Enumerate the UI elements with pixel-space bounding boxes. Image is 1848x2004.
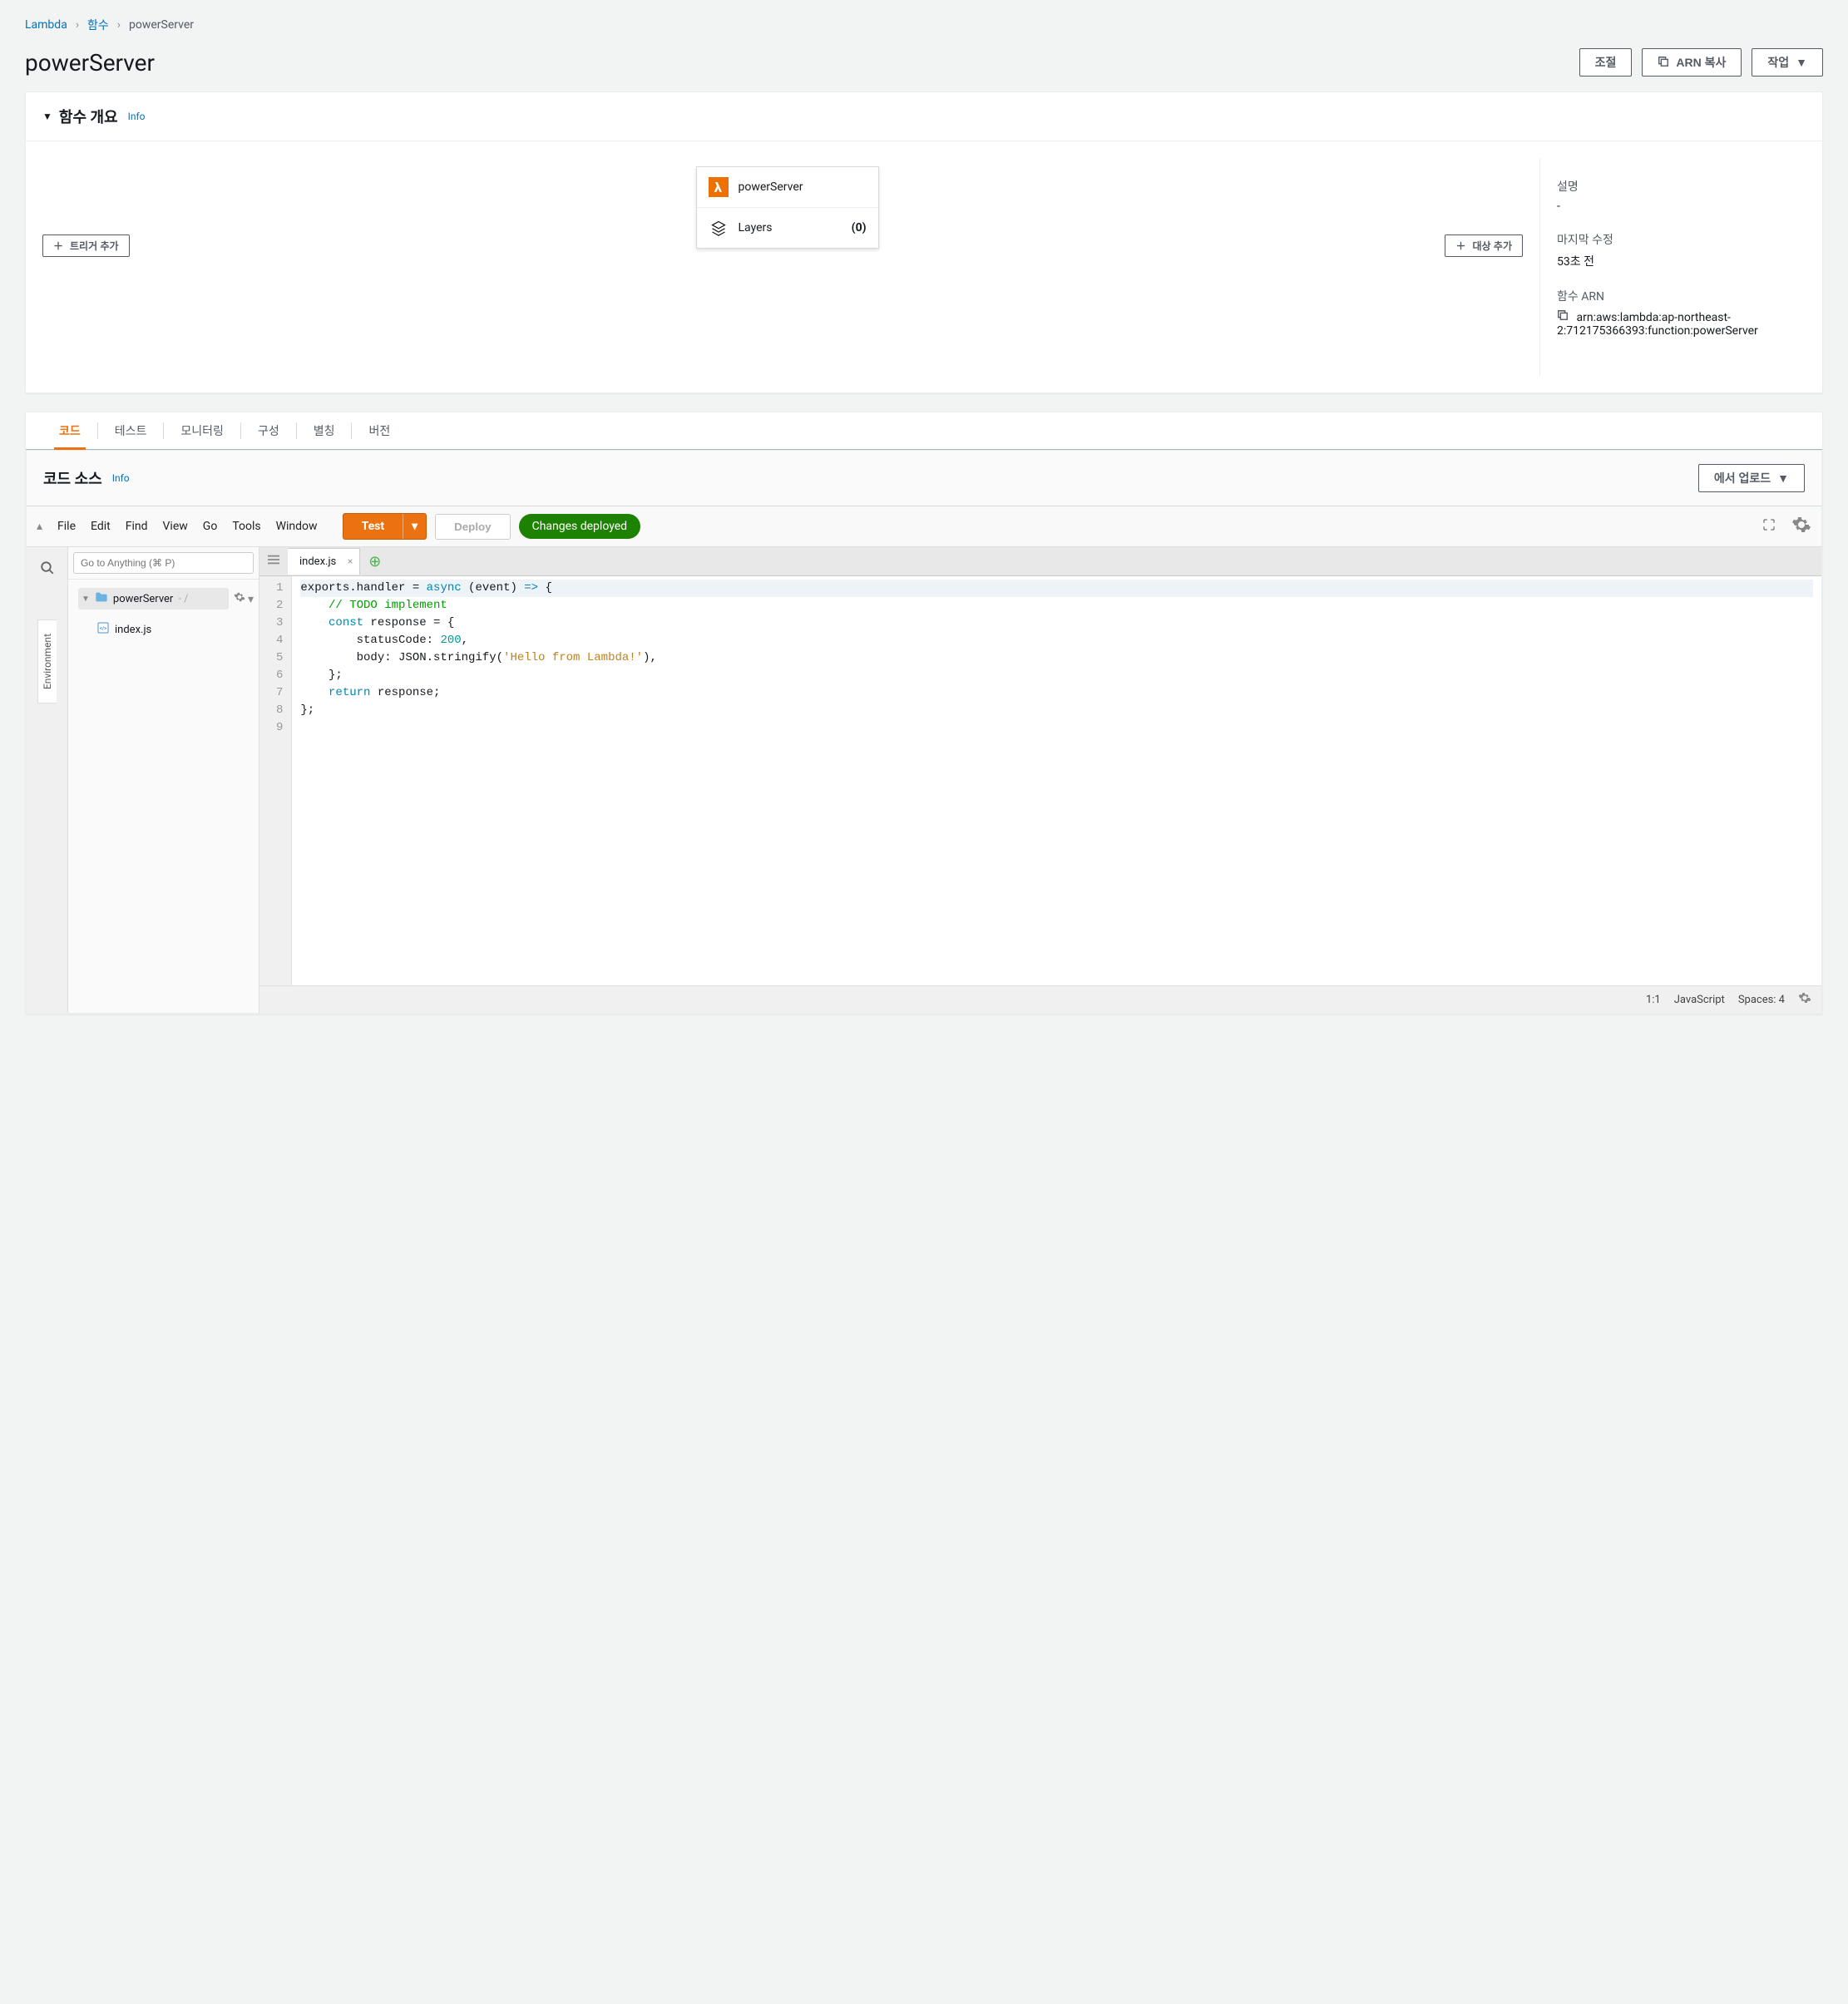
tree-file-index[interactable]: </> index.js	[68, 618, 259, 641]
cursor-position[interactable]: 1:1	[1646, 994, 1661, 1006]
chevron-down-icon: ▼	[82, 595, 90, 604]
throttle-button[interactable]: 조절	[1579, 48, 1633, 77]
code-source-title: 코드 소스	[43, 467, 102, 489]
sidebar-environment-tab[interactable]: Environment	[37, 619, 57, 703]
editor-tab-index[interactable]: index.js ×	[288, 548, 360, 575]
menu-go[interactable]: Go	[203, 520, 218, 533]
svg-text:</>: </>	[100, 626, 106, 632]
plus-icon: ＋	[1455, 239, 1465, 253]
tab-test[interactable]: 테스트	[115, 412, 147, 449]
caret-down-icon: ▼	[1796, 56, 1807, 69]
info-link[interactable]: Info	[128, 111, 146, 122]
function-name: powerServer	[739, 180, 803, 194]
gear-icon[interactable]	[1791, 515, 1811, 538]
caret-down-icon: ▼	[1777, 471, 1789, 485]
upload-from-button[interactable]: 에서 업로드 ▼	[1698, 464, 1805, 492]
test-dropdown[interactable]: ▾	[403, 514, 426, 539]
menu-file[interactable]: File	[57, 520, 76, 533]
menu-collapse-icon[interactable]: ▴	[37, 520, 42, 533]
chevron-right-icon: ›	[117, 18, 121, 32]
language-mode[interactable]: JavaScript	[1674, 994, 1725, 1006]
description-value: -	[1557, 200, 1806, 213]
deploy-button: Deploy	[435, 514, 510, 540]
function-card[interactable]: powerServer Layers (0)	[696, 166, 879, 249]
copy-icon[interactable]	[1557, 309, 1569, 324]
tab-monitoring[interactable]: 모니터링	[180, 412, 224, 449]
breadcrumb-lambda[interactable]: Lambda	[25, 18, 67, 32]
changes-deployed-badge: Changes deployed	[519, 514, 640, 539]
layers-label: Layers	[739, 221, 773, 234]
copy-icon	[1658, 56, 1669, 70]
function-arn-label: 함수 ARN	[1557, 288, 1806, 304]
gear-icon[interactable]	[1798, 991, 1811, 1008]
tree-root-folder[interactable]: ▼ powerServer - /	[78, 588, 229, 610]
add-destination-button[interactable]: ＋ 대상 추가	[1445, 234, 1523, 257]
test-button[interactable]: Test ▾	[343, 513, 427, 540]
menu-edit[interactable]: Edit	[91, 520, 111, 533]
lambda-icon	[709, 177, 729, 197]
chevron-right-icon: ›	[76, 18, 79, 32]
tab-config[interactable]: 구성	[258, 412, 279, 449]
menu-view[interactable]: View	[163, 520, 188, 533]
fullscreen-icon[interactable]	[1762, 517, 1776, 536]
last-modified-value: 53초 전	[1557, 253, 1806, 269]
layers-row[interactable]: Layers (0)	[697, 207, 878, 248]
last-modified-label: 마지막 수정	[1557, 231, 1806, 248]
breadcrumb-functions[interactable]: 함수	[87, 17, 109, 33]
function-arn-value: arn:aws:lambda:ap-northeast-2:7121753663…	[1557, 309, 1806, 338]
tab-list-icon[interactable]	[259, 547, 288, 575]
search-icon[interactable]	[33, 554, 62, 586]
layers-count: (0)	[852, 221, 867, 234]
page-title: powerServer	[25, 49, 155, 77]
tab-alias[interactable]: 별칭	[314, 412, 335, 449]
menu-window[interactable]: Window	[276, 520, 318, 533]
actions-button[interactable]: 작업 ▼	[1752, 48, 1823, 77]
tab-version[interactable]: 버전	[368, 412, 390, 449]
gear-icon[interactable]: ▾	[234, 591, 254, 606]
description-label: 설명	[1557, 178, 1806, 195]
function-overview-header[interactable]: ▼ 함수 개요 Info	[26, 92, 1822, 141]
collapse-arrow-icon: ▼	[42, 111, 52, 122]
add-trigger-button[interactable]: ＋ 트리거 추가	[42, 234, 130, 257]
menu-find[interactable]: Find	[126, 520, 148, 533]
close-icon[interactable]: ×	[348, 555, 353, 567]
code-editor[interactable]: 123456789 exports.handler = async (event…	[259, 576, 1821, 985]
js-file-icon: </>	[96, 621, 110, 638]
line-gutter: 123456789	[259, 576, 292, 985]
add-tab-icon[interactable]: ⊕	[360, 553, 389, 570]
layers-icon	[709, 218, 729, 238]
copy-arn-button[interactable]: ARN 복사	[1642, 48, 1742, 77]
info-link[interactable]: Info	[112, 472, 130, 484]
breadcrumb: Lambda › 함수 › powerServer	[25, 17, 1823, 33]
tab-code[interactable]: 코드	[59, 412, 81, 449]
breadcrumb-current: powerServer	[129, 18, 194, 32]
menu-tools[interactable]: Tools	[232, 520, 260, 533]
go-to-anything-input[interactable]	[73, 552, 254, 574]
plus-icon: ＋	[53, 239, 63, 253]
indent-mode[interactable]: Spaces: 4	[1738, 994, 1785, 1006]
folder-icon	[95, 591, 108, 606]
